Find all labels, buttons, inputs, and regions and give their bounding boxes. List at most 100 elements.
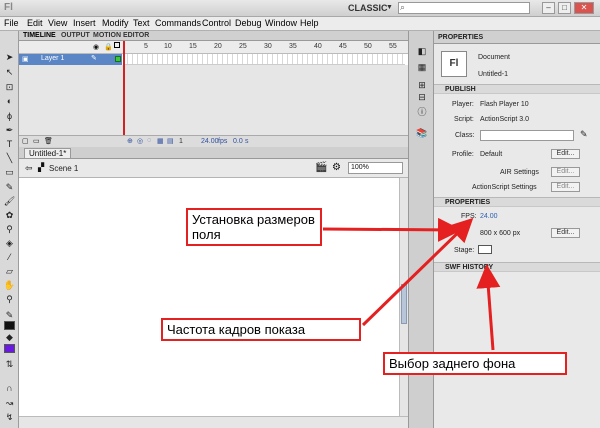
library-panel-icon[interactable]: 📚 bbox=[416, 127, 428, 139]
swf-history-section-header[interactable]: SWF HISTORY bbox=[434, 262, 600, 272]
frame-rate-value[interactable]: 24.00 bbox=[201, 138, 219, 145]
brush-tool-icon[interactable]: 🖌 bbox=[3, 195, 16, 207]
properties-section-header[interactable]: PROPERTIES bbox=[434, 197, 600, 207]
fill-color-swatch[interactable] bbox=[4, 344, 15, 353]
class-input[interactable] bbox=[480, 130, 574, 141]
onion-skin-icon[interactable]: ◎ bbox=[137, 137, 143, 145]
text-tool-icon[interactable]: T bbox=[3, 138, 16, 150]
frame-ruler[interactable]: ◉ 🔒 5 10 15 20 25 30 35 40 45 50 55 bbox=[19, 41, 408, 54]
info-panel-icon[interactable]: ⓘ bbox=[416, 106, 428, 118]
lock-icon[interactable]: 🔒 bbox=[104, 43, 113, 51]
scene-name[interactable]: Scene 1 bbox=[49, 164, 78, 173]
color-panel-icon[interactable]: ◧ bbox=[416, 45, 428, 57]
minimize-button[interactable]: – bbox=[542, 2, 555, 14]
pen-tool-icon[interactable]: ✒ bbox=[3, 124, 16, 136]
current-frame: 1 bbox=[179, 138, 183, 145]
tab-output[interactable]: OUTPUT bbox=[61, 32, 90, 39]
eraser-icon[interactable]: ▱ bbox=[3, 265, 16, 277]
document-icon: Fl bbox=[441, 51, 467, 77]
stroke-color-swatch[interactable] bbox=[4, 321, 15, 330]
tab-motion-editor[interactable]: MOTION EDITOR bbox=[93, 32, 149, 39]
paint-bucket-icon[interactable]: ◈ bbox=[3, 237, 16, 249]
menu-bar: File Edit View Insert Modify Text Comman… bbox=[0, 17, 600, 31]
menu-view[interactable]: View bbox=[48, 18, 67, 28]
playhead[interactable] bbox=[123, 41, 125, 145]
edit-multiple-frames-icon[interactable]: ▦ bbox=[157, 137, 164, 145]
frame-number: 45 bbox=[339, 43, 347, 50]
stroke-color-icon[interactable]: ✎ bbox=[3, 309, 16, 321]
frames-strip[interactable] bbox=[123, 54, 405, 65]
profile-edit-button[interactable]: Edit... bbox=[551, 149, 580, 159]
fps-value[interactable]: 24.00 bbox=[480, 213, 498, 220]
snap-magnet-icon[interactable]: ∩ bbox=[3, 382, 16, 394]
hand-tool-icon[interactable]: ✋ bbox=[3, 279, 16, 291]
menu-control[interactable]: Control bbox=[202, 18, 231, 28]
tab-properties[interactable]: PROPERTIES bbox=[438, 34, 483, 41]
document-name[interactable]: Untitled-1 bbox=[478, 71, 508, 78]
fill-color-icon[interactable]: ◆ bbox=[3, 331, 16, 343]
swatches-panel-icon[interactable]: ▦ bbox=[416, 61, 428, 73]
menu-debug[interactable]: Debug bbox=[235, 18, 262, 28]
menu-file[interactable]: File bbox=[4, 18, 19, 28]
frame-number: 15 bbox=[189, 43, 197, 50]
outline-icon[interactable] bbox=[114, 42, 120, 48]
frame-number: 5 bbox=[144, 43, 148, 50]
menu-insert[interactable]: Insert bbox=[73, 18, 96, 28]
smooth-icon[interactable]: ↝ bbox=[3, 397, 16, 409]
tab-document[interactable]: Untitled-1* bbox=[24, 148, 72, 159]
layer-name-cell[interactable]: ▣ Layer 1 ✎ bbox=[19, 54, 122, 65]
eye-icon[interactable]: ◉ bbox=[93, 43, 99, 51]
new-folder-icon[interactable]: ▭ bbox=[33, 137, 40, 145]
back-arrow-icon[interactable]: ⇦ bbox=[25, 163, 33, 174]
publish-section-header[interactable]: PUBLISH bbox=[434, 84, 600, 94]
size-edit-button[interactable]: Edit... bbox=[551, 228, 580, 238]
deco-tool-icon[interactable]: ✿ bbox=[3, 209, 16, 221]
gradient-tool-icon[interactable]: ◐ bbox=[3, 95, 16, 107]
center-frame-icon[interactable]: ⊕ bbox=[127, 137, 133, 145]
zoom-select[interactable]: 100% bbox=[348, 162, 403, 174]
horizontal-scrollbar[interactable] bbox=[19, 416, 408, 428]
maximize-button[interactable]: □ bbox=[558, 2, 571, 14]
pencil-edit-icon[interactable]: ✎ bbox=[580, 129, 588, 140]
layer-row[interactable]: ▣ Layer 1 ✎ bbox=[19, 54, 408, 65]
line-tool-icon[interactable]: ╲ bbox=[3, 152, 16, 164]
free-transform-tool-icon[interactable]: ⊡ bbox=[3, 81, 16, 93]
eyedropper-icon[interactable]: ⁄ bbox=[3, 251, 16, 263]
edit-symbols-icon[interactable]: ⚙ bbox=[332, 162, 341, 173]
as-settings-label: ActionScript Settings bbox=[472, 184, 537, 191]
delete-icon[interactable]: 🗑 bbox=[44, 137, 53, 145]
menu-edit[interactable]: Edit bbox=[27, 18, 43, 28]
time-unit: s bbox=[245, 138, 249, 145]
menu-commands[interactable]: Commands bbox=[155, 18, 201, 28]
tab-timeline[interactable]: TIMELINE bbox=[23, 32, 56, 39]
pencil-tool-icon[interactable]: ✎ bbox=[3, 181, 16, 193]
bone-tool-icon[interactable]: ⚲ bbox=[3, 223, 16, 235]
chevron-down-icon[interactable]: ▼ bbox=[386, 4, 393, 11]
close-button[interactable]: ✕ bbox=[574, 2, 594, 14]
align-panel-icon[interactable]: ⊞ bbox=[416, 79, 428, 91]
menu-help[interactable]: Help bbox=[300, 18, 319, 28]
menu-modify[interactable]: Modify bbox=[102, 18, 129, 28]
rectangle-tool-icon[interactable]: ▭ bbox=[3, 166, 16, 178]
as-settings-edit-button[interactable]: Edit... bbox=[551, 182, 580, 192]
onion-outlines-icon[interactable]: ◌ bbox=[147, 137, 151, 144]
selection-tool-icon[interactable]: ➤ bbox=[3, 51, 16, 63]
air-settings-edit-button[interactable]: Edit... bbox=[551, 167, 580, 177]
stage-color-swatch[interactable] bbox=[478, 245, 492, 254]
menu-text[interactable]: Text bbox=[133, 18, 150, 28]
straighten-icon[interactable]: ↯ bbox=[3, 411, 16, 423]
workspace-switcher[interactable]: CLASSIC bbox=[348, 3, 388, 13]
help-search-input[interactable] bbox=[398, 2, 530, 14]
swap-colors-icon[interactable]: ⇅ bbox=[3, 358, 16, 370]
lasso-tool-icon[interactable]: ϕ bbox=[3, 110, 16, 122]
layer-name[interactable]: Layer 1 bbox=[41, 55, 64, 62]
edit-scene-icon[interactable]: 🎬 bbox=[315, 162, 327, 173]
subselection-tool-icon[interactable]: ↖ bbox=[3, 66, 16, 78]
layer-outline-color[interactable] bbox=[115, 56, 121, 62]
new-layer-icon[interactable]: ▢ bbox=[22, 137, 29, 145]
transform-panel-icon[interactable]: ⊟ bbox=[416, 91, 428, 103]
menu-window[interactable]: Window bbox=[265, 18, 297, 28]
onion-markers-icon[interactable]: ▤ bbox=[167, 137, 174, 145]
zoom-tool-icon[interactable]: ⚲ bbox=[3, 293, 16, 305]
vertical-scroll-thumb[interactable] bbox=[401, 284, 407, 324]
